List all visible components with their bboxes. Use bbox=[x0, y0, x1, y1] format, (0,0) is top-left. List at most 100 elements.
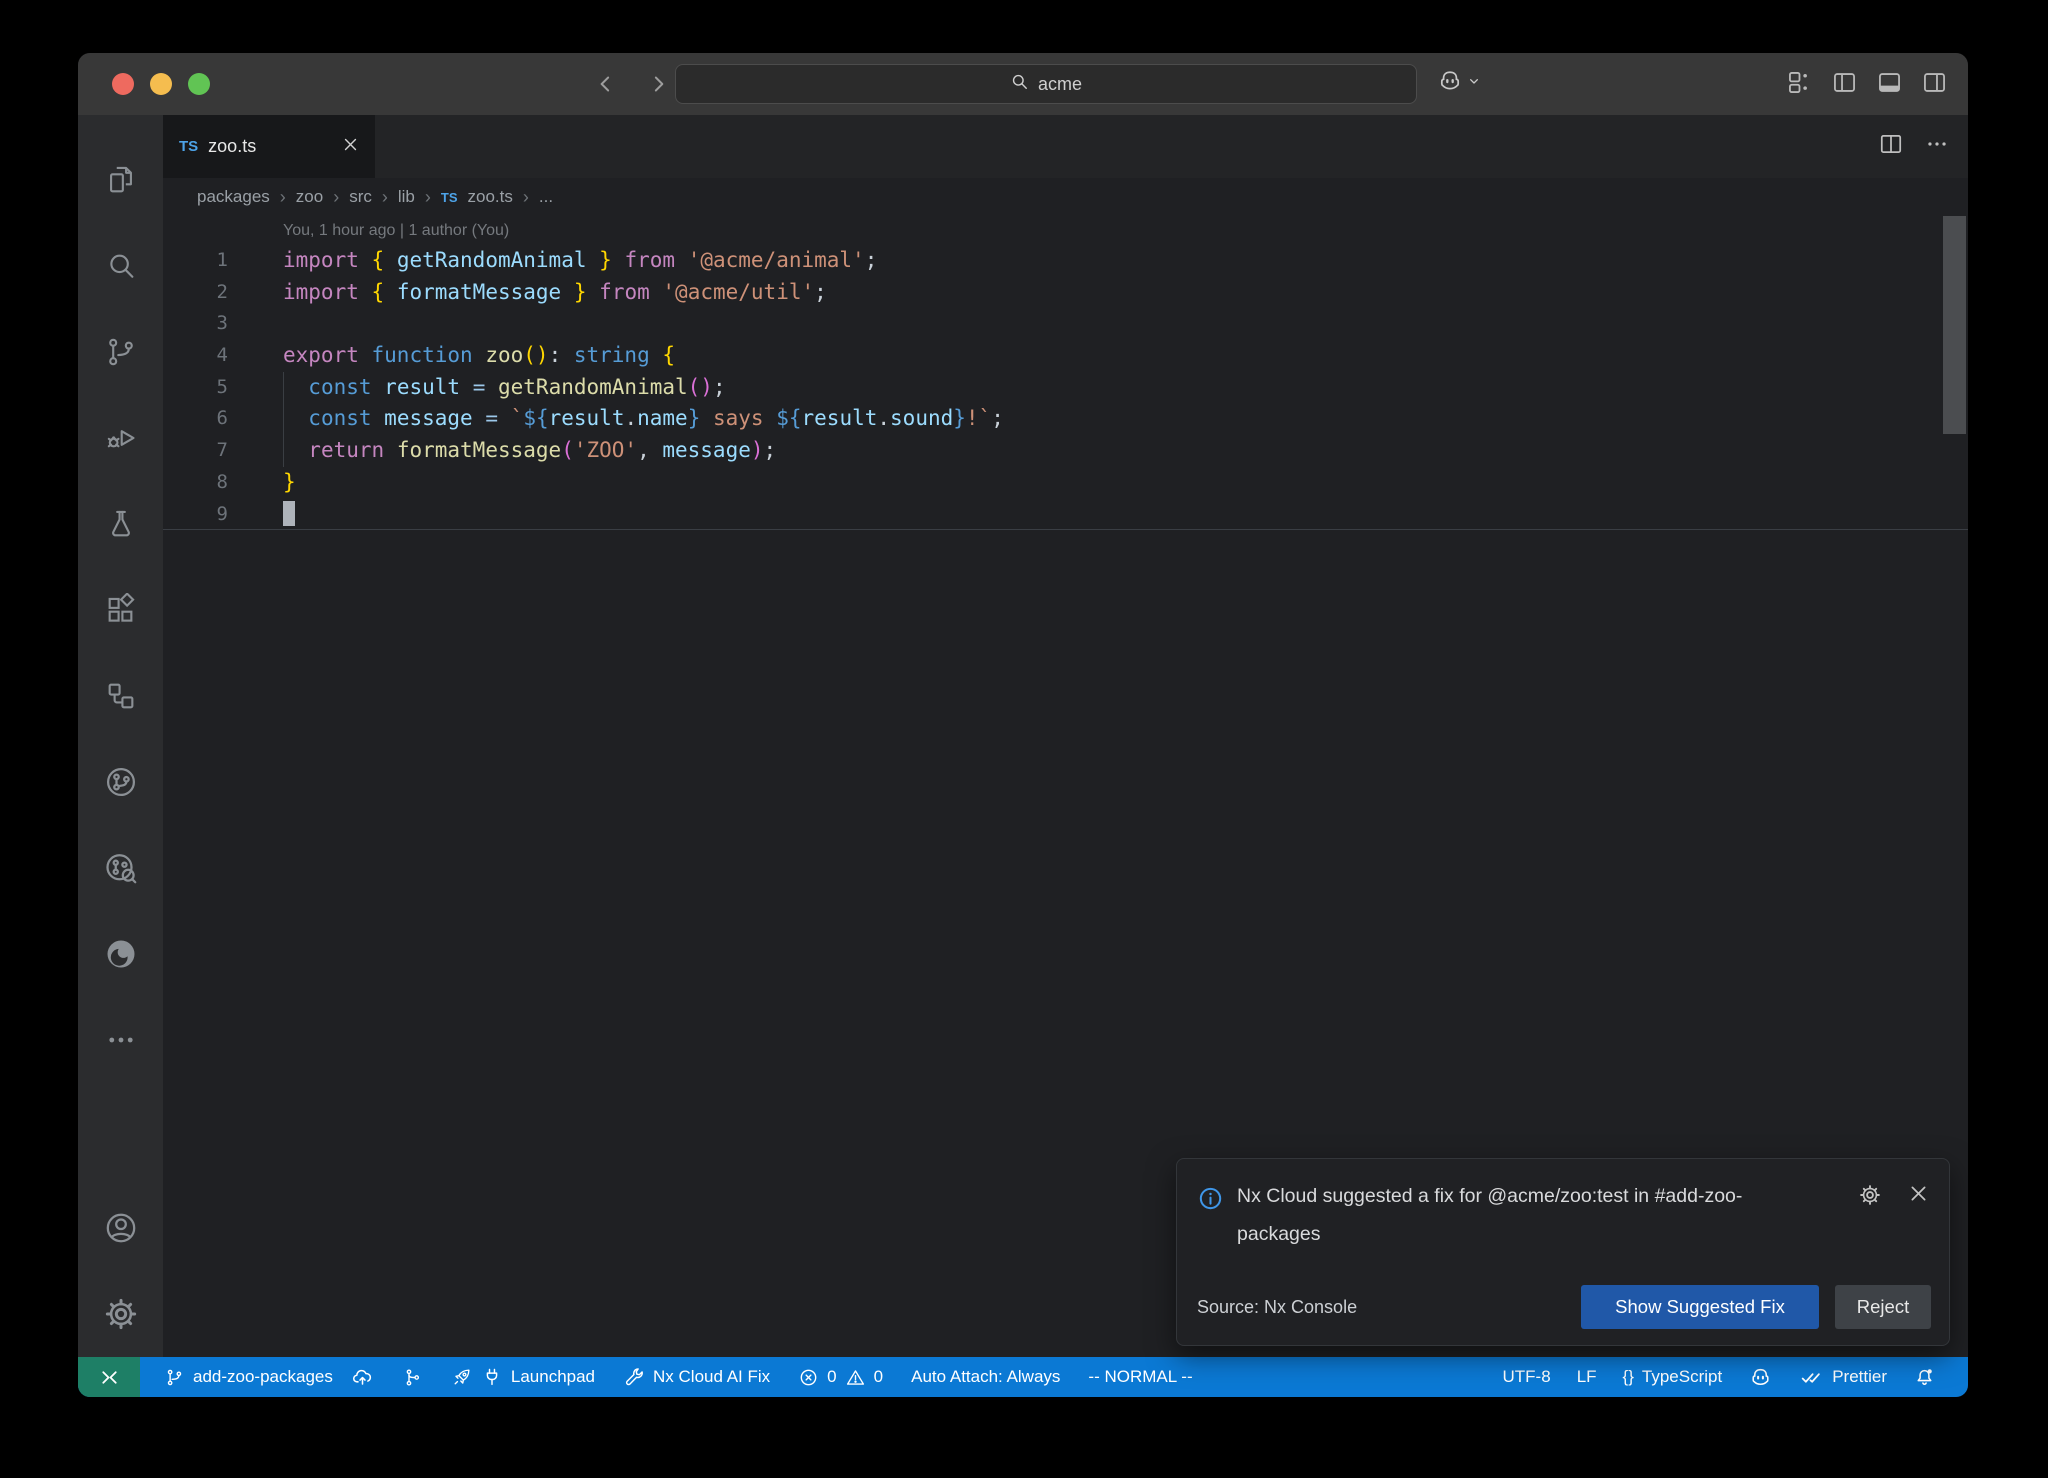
customize-layout-icon[interactable] bbox=[1786, 69, 1813, 101]
error-count: 0 bbox=[827, 1367, 836, 1387]
typescript-file-icon: TS bbox=[441, 190, 458, 205]
titlebar: acme bbox=[78, 53, 1968, 115]
source-control-icon[interactable] bbox=[78, 309, 163, 395]
minimize-window-button[interactable] bbox=[150, 73, 172, 95]
line-number: 7 bbox=[163, 435, 253, 467]
reject-button[interactable]: Reject bbox=[1835, 1285, 1931, 1329]
toggle-secondary-sidebar-icon[interactable] bbox=[1921, 69, 1948, 101]
eol-status[interactable]: LF bbox=[1567, 1357, 1607, 1397]
back-button[interactable] bbox=[593, 71, 619, 97]
auto-attach-status[interactable]: Auto Attach: Always bbox=[901, 1357, 1070, 1397]
close-window-button[interactable] bbox=[112, 73, 134, 95]
vim-block-cursor bbox=[283, 501, 295, 526]
auto-attach-label: Auto Attach: Always bbox=[911, 1367, 1060, 1387]
search-icon[interactable] bbox=[78, 223, 163, 309]
breadcrumb-item[interactable]: src bbox=[349, 187, 372, 207]
notifications-bell[interactable] bbox=[1903, 1357, 1946, 1397]
rocket-icon bbox=[451, 1366, 473, 1388]
show-suggested-fix-button[interactable]: Show Suggested Fix bbox=[1581, 1285, 1819, 1329]
code-line-4: 4export function zoo(): string { bbox=[163, 340, 1968, 372]
copilot-menu-button[interactable] bbox=[1436, 67, 1482, 100]
branch-name: add-zoo-packages bbox=[193, 1367, 333, 1387]
status-bar: add-zoo-packages Launchpad Nx Cloud AI F… bbox=[78, 1357, 1968, 1397]
nx-console-icon[interactable] bbox=[78, 739, 163, 825]
problems-status[interactable]: 0 0 bbox=[788, 1357, 893, 1397]
close-notification-icon[interactable] bbox=[1908, 1183, 1929, 1212]
error-icon bbox=[798, 1367, 819, 1388]
language-mode-status[interactable]: {} TypeScript bbox=[1613, 1357, 1733, 1397]
more-icon[interactable] bbox=[78, 997, 163, 1083]
breadcrumb-item[interactable]: lib bbox=[398, 187, 415, 207]
git-branch-status[interactable]: add-zoo-packages bbox=[154, 1357, 384, 1397]
chevron-right-icon: › bbox=[280, 187, 286, 208]
editor-scrollbar[interactable] bbox=[1943, 216, 1966, 434]
search-icon bbox=[1010, 72, 1029, 96]
breadcrumb: packages › zoo › src › lib › TS zoo.ts ›… bbox=[163, 178, 1968, 216]
chevron-right-icon: › bbox=[333, 187, 339, 208]
editor-group: TS zoo.ts packages › zoo › src › lib › T… bbox=[163, 115, 1968, 1357]
nx-project-graph-icon[interactable] bbox=[78, 653, 163, 739]
tab-zoo-ts[interactable]: TS zoo.ts bbox=[163, 115, 375, 178]
vim-mode-indicator[interactable]: -- NORMAL -- bbox=[1078, 1357, 1202, 1397]
line-number: 6 bbox=[163, 403, 253, 435]
plug-icon bbox=[481, 1366, 503, 1388]
notification-settings-gear-icon[interactable] bbox=[1858, 1183, 1882, 1212]
copilot-icon bbox=[1748, 1365, 1773, 1390]
line-number: 4 bbox=[163, 340, 253, 372]
publish-cloud-upload-icon[interactable] bbox=[351, 1366, 374, 1389]
chevron-down-icon bbox=[1466, 73, 1482, 94]
line-number: 2 bbox=[163, 277, 253, 309]
run-and-debug-icon[interactable] bbox=[78, 395, 163, 481]
toggle-sidebar-icon[interactable] bbox=[1831, 69, 1858, 101]
window-controls bbox=[112, 73, 210, 95]
nx-cloud-icon[interactable] bbox=[78, 825, 163, 911]
nx-cloud-ai-fix[interactable]: Nx Cloud AI Fix bbox=[613, 1357, 780, 1397]
copilot-status[interactable] bbox=[1738, 1357, 1783, 1397]
chevron-right-icon: › bbox=[425, 187, 431, 208]
extensions-icon[interactable] bbox=[78, 567, 163, 653]
code-line-6: 6 const message = `${result.name} says $… bbox=[163, 403, 1968, 435]
breadcrumb-file[interactable]: zoo.ts bbox=[468, 187, 513, 207]
nx-fix-label: Nx Cloud AI Fix bbox=[653, 1367, 770, 1387]
code-line-9: 9 bbox=[163, 499, 1968, 531]
remote-indicator[interactable] bbox=[78, 1357, 140, 1397]
line-number: 9 bbox=[163, 499, 253, 530]
vscode-window: acme bbox=[78, 53, 1968, 1397]
tab-label: zoo.ts bbox=[208, 136, 332, 157]
maximize-window-button[interactable] bbox=[188, 73, 210, 95]
line-number: 1 bbox=[163, 245, 253, 277]
close-tab-icon[interactable] bbox=[342, 136, 359, 158]
notification-source: Source: Nx Console bbox=[1197, 1297, 1357, 1318]
line-number: 3 bbox=[163, 308, 253, 340]
breadcrumb-item[interactable]: zoo bbox=[296, 187, 323, 207]
copilot-icon bbox=[1436, 67, 1464, 100]
split-editor-icon[interactable] bbox=[1878, 131, 1904, 162]
testing-icon[interactable] bbox=[78, 481, 163, 567]
breadcrumb-item[interactable]: packages bbox=[197, 187, 270, 207]
toggle-panel-icon[interactable] bbox=[1876, 69, 1903, 101]
breadcrumb-more[interactable]: ... bbox=[539, 187, 553, 207]
wrench-icon bbox=[623, 1366, 645, 1388]
accounts-icon[interactable] bbox=[78, 1185, 163, 1271]
code-line-7: 7 return formatMessage('ZOO', message); bbox=[163, 435, 1968, 467]
command-center-search[interactable]: acme bbox=[675, 64, 1417, 104]
encoding-status[interactable]: UTF-8 bbox=[1493, 1357, 1561, 1397]
activity-bar bbox=[78, 115, 163, 1357]
edge-browser-icon[interactable] bbox=[78, 911, 163, 997]
forward-button[interactable] bbox=[645, 71, 671, 97]
settings-gear-icon[interactable] bbox=[78, 1271, 163, 1357]
bell-dot-icon bbox=[1913, 1366, 1936, 1389]
git-branch-icon bbox=[164, 1367, 185, 1388]
code-line-2: 2import { formatMessage } from '@acme/ut… bbox=[163, 277, 1968, 309]
code-line-1: 1import { getRandomAnimal } from '@acme/… bbox=[163, 245, 1968, 277]
eol-label: LF bbox=[1577, 1367, 1597, 1387]
source-control-graph-item[interactable] bbox=[392, 1357, 433, 1397]
formatter-status[interactable]: Prettier bbox=[1789, 1357, 1897, 1397]
braces-icon: {} bbox=[1623, 1367, 1634, 1387]
gitlens-launchpad[interactable]: Launchpad bbox=[441, 1357, 605, 1397]
editor-more-actions-icon[interactable] bbox=[1924, 131, 1950, 162]
warning-icon bbox=[845, 1367, 866, 1388]
formatter-label: Prettier bbox=[1832, 1367, 1887, 1387]
tab-bar: TS zoo.ts bbox=[163, 115, 1968, 178]
explorer-icon[interactable] bbox=[78, 137, 163, 223]
